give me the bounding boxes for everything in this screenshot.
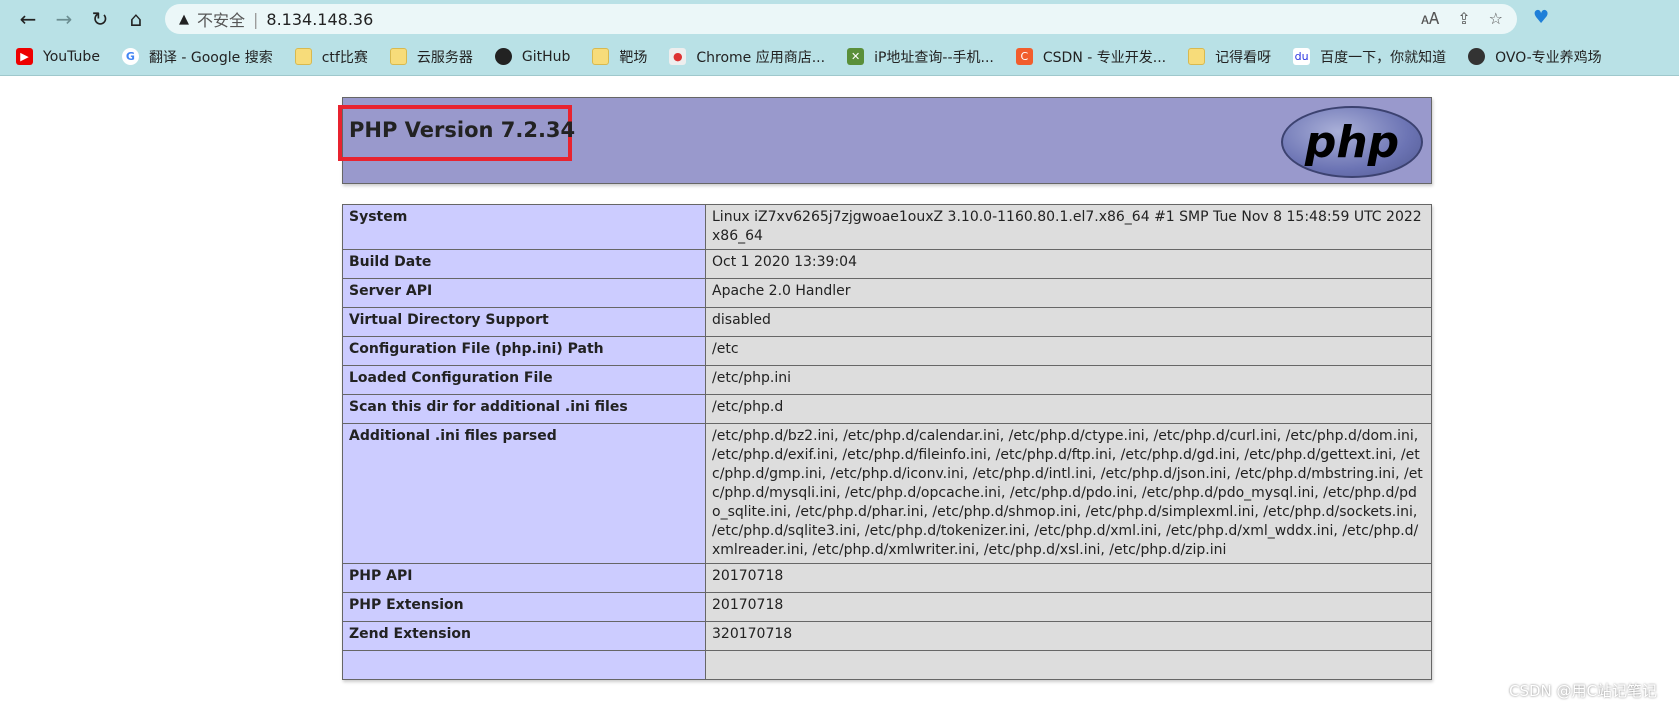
row-value: /etc/php.d bbox=[705, 394, 1432, 424]
reload-icon[interactable]: ↻ bbox=[82, 7, 118, 31]
row-value: 20170718 bbox=[705, 563, 1432, 593]
table-row: Virtual Directory Support disabled bbox=[342, 307, 1432, 337]
bookmark-label: 翻译 - Google 搜索 bbox=[148, 49, 273, 66]
url-text[interactable]: 8.134.148.36 bbox=[266, 10, 373, 29]
row-value: 20170718 bbox=[705, 592, 1432, 622]
table-row: Zend Extension 320170718 bbox=[342, 621, 1432, 651]
folder-icon bbox=[1188, 48, 1206, 65]
bookmark-item[interactable]: 云服务器 bbox=[389, 47, 473, 67]
forward-icon[interactable]: → bbox=[46, 7, 82, 31]
table-row: Configuration File (php.ini) Path/etc bbox=[342, 336, 1432, 366]
watermark: CSDN @用C站记笔记 bbox=[1508, 682, 1657, 700]
bookmark-item[interactable]: 靶场 bbox=[592, 47, 647, 67]
home-icon[interactable]: ⌂ bbox=[118, 7, 154, 31]
row-label: PHP Extension bbox=[342, 592, 706, 622]
row-label: Scan this dir for additional .ini files bbox=[342, 394, 706, 424]
bookmark-item[interactable]: OVO-专业养鸡场 bbox=[1468, 47, 1602, 67]
share-icon[interactable]: ⇪ bbox=[1457, 9, 1470, 29]
folder-icon bbox=[592, 48, 610, 65]
bookmark-label: 百度一下，你就知道 bbox=[1320, 49, 1447, 66]
table-row bbox=[342, 650, 1432, 680]
baidu-icon: du bbox=[1293, 48, 1311, 65]
bookmark-label: 靶场 bbox=[619, 49, 648, 66]
google-icon: G bbox=[121, 48, 139, 65]
translate-icon[interactable]: 🗚 bbox=[1421, 9, 1439, 29]
star-icon[interactable]: ☆ bbox=[1489, 9, 1503, 29]
table-row: Build Date Oct 1 2020 13:39:04 bbox=[342, 249, 1432, 279]
row-label: Build Date bbox=[342, 249, 706, 279]
bookmark-label: OVO-专业养鸡场 bbox=[1495, 49, 1602, 66]
bookmark-label: ctf比赛 bbox=[321, 49, 368, 66]
table-row: System Linux iZ7xv6265j7zjgwoae1ouxZ 3.10… bbox=[342, 204, 1432, 250]
row-label: Zend Extension bbox=[342, 621, 706, 651]
row-label: Server API bbox=[342, 278, 706, 308]
chrome-webstore-icon: ● bbox=[669, 48, 687, 65]
table-row: PHP API 20170718 bbox=[342, 563, 1432, 593]
row-value: Linux iZ7xv6265j7zjgwoae1ouxZ 3.10.0-116… bbox=[705, 204, 1432, 250]
bookmark-item[interactable]: 记得看呀 bbox=[1188, 47, 1271, 67]
table-row: Scan this dir for additional .ini files /… bbox=[342, 394, 1432, 424]
row-value: Oct 1 2020 13:39:04 bbox=[705, 249, 1432, 279]
bookmark-label: CSDN - 专业开发... bbox=[1042, 49, 1167, 66]
php-logo: php bbox=[1281, 106, 1423, 178]
row-label bbox=[342, 650, 706, 680]
row-label: Additional .ini files parsed bbox=[342, 423, 706, 564]
bookmark-item[interactable]: ● Chrome 应用商店... bbox=[669, 47, 825, 67]
row-label: PHP API bbox=[342, 563, 706, 593]
divider: | bbox=[253, 9, 259, 29]
bookmark-item[interactable]: GitHub bbox=[494, 48, 571, 65]
row-label: Virtual Directory Support bbox=[342, 307, 706, 337]
bookmark-label: 云服务器 bbox=[416, 49, 473, 66]
table-row: Additional .ini files parsed/etc/php.d/b… bbox=[342, 423, 1432, 564]
bookmark-item[interactable]: du 百度一下，你就知道 bbox=[1293, 47, 1446, 67]
row-value bbox=[705, 650, 1432, 680]
table-row: Server API Apache 2.0 Handler bbox=[342, 278, 1432, 308]
row-value: disabled bbox=[705, 307, 1432, 337]
row-value: Apache 2.0 Handler bbox=[705, 278, 1432, 308]
bookmark-label: YouTube bbox=[43, 48, 100, 65]
security-label: 不安全 bbox=[197, 11, 246, 30]
bookmarks-bar: ▶ YouTube G 翻译 - Google 搜索 ctf比赛 云服务器 GitHub 靶场… bbox=[0, 38, 1679, 76]
csdn-icon: C bbox=[1015, 48, 1033, 65]
row-label: Loaded Configuration File bbox=[342, 365, 706, 395]
row-value: 320170718 bbox=[705, 621, 1432, 651]
address-bar[interactable]: ▲ 不安全 | 8.134.148.36 🗚 ⇪ ☆ bbox=[165, 4, 1517, 34]
back-icon[interactable]: ← bbox=[10, 7, 46, 31]
bookmark-item[interactable]: ctf比赛 bbox=[294, 47, 368, 67]
row-label: Configuration File (php.ini) Path bbox=[342, 336, 706, 366]
bookmark-label: 记得看呀 bbox=[1215, 49, 1272, 66]
page-title: PHP Version 7.2.34 bbox=[349, 118, 576, 142]
bookmark-label: GitHub bbox=[521, 48, 571, 65]
bookmark-label: Chrome 应用商店... bbox=[696, 49, 826, 66]
bookmark-item[interactable]: C CSDN - 专业开发... bbox=[1015, 47, 1167, 67]
folder-icon bbox=[389, 48, 407, 65]
extension-icon[interactable]: ♥ bbox=[1533, 7, 1549, 28]
bookmark-item[interactable]: ✕ iP地址查询--手机... bbox=[847, 47, 994, 67]
table-row: PHP Extension 20170718 bbox=[342, 592, 1432, 622]
github-icon bbox=[494, 48, 512, 65]
ip-icon: ✕ bbox=[847, 48, 865, 65]
bookmark-item[interactable]: ▶ YouTube bbox=[16, 48, 100, 65]
row-value: /etc bbox=[705, 336, 1432, 366]
row-label: System bbox=[342, 204, 706, 250]
youtube-icon: ▶ bbox=[16, 48, 33, 65]
table-row: Loaded Configuration File/etc/php.ini bbox=[342, 365, 1432, 395]
row-value: /etc/php.ini bbox=[705, 365, 1432, 395]
row-value: /etc/php.d/bz2.ini, /etc/php.d/calendar.… bbox=[705, 423, 1432, 564]
php-header: PHP Version 7.2.34 php bbox=[338, 97, 1432, 184]
globe-icon bbox=[1468, 48, 1486, 65]
folder-icon bbox=[294, 48, 312, 65]
bookmark-label: iP地址查询--手机... bbox=[874, 49, 994, 66]
info-table: System Linux iZ7xv6265j7zjgwoae1ouxZ 3.10… bbox=[342, 204, 1432, 680]
warning-icon[interactable]: ▲ bbox=[179, 12, 189, 27]
bookmark-item[interactable]: G 翻译 - Google 搜索 bbox=[121, 47, 273, 67]
